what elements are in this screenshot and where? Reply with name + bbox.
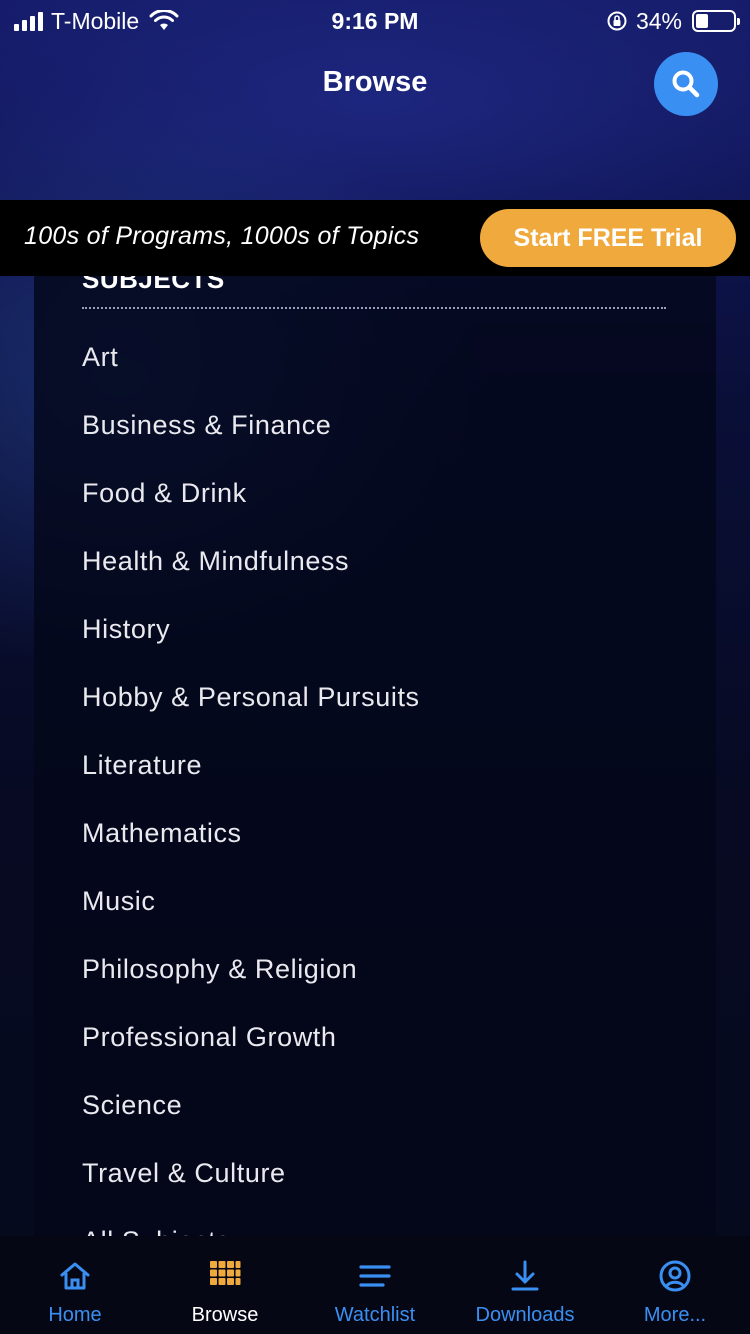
- tab-home[interactable]: Home: [0, 1236, 150, 1334]
- rotation-lock-icon: [607, 11, 627, 31]
- battery-icon: [692, 10, 740, 32]
- tab-browse-label: Browse: [191, 1304, 259, 1326]
- grid-icon: [210, 1261, 241, 1285]
- subject-list: Art Business & Finance Food & Drink Heal…: [82, 340, 420, 1236]
- download-icon: [511, 1260, 539, 1291]
- subject-item-history[interactable]: History: [82, 612, 420, 680]
- subject-item-science[interactable]: Science: [82, 1088, 420, 1156]
- tab-more[interactable]: More...: [600, 1236, 750, 1334]
- subject-item-professional-growth[interactable]: Professional Growth: [82, 1020, 420, 1088]
- start-free-trial-button[interactable]: Start FREE Trial: [480, 209, 736, 267]
- subject-item-mathematics[interactable]: Mathematics: [82, 816, 420, 884]
- subject-item-hobby-personal-pursuits[interactable]: Hobby & Personal Pursuits: [82, 680, 420, 748]
- subject-item-all-subjects[interactable]: All Subjects: [82, 1224, 420, 1236]
- subject-item-literature[interactable]: Literature: [82, 748, 420, 816]
- battery-percent: 34%: [635, 7, 682, 34]
- tab-more-label: More...: [643, 1304, 707, 1326]
- tab-home-label: Home: [48, 1304, 102, 1326]
- search-icon: [672, 70, 700, 98]
- subjects-divider: [82, 307, 666, 309]
- carrier-label: T-Mobile: [51, 7, 140, 34]
- tab-bar: Home Browse Watchlist Downloads More...: [0, 1236, 750, 1334]
- subjects-panel: SUBJECTS Art Business & Finance Food & D…: [34, 276, 716, 1236]
- subject-item-travel-culture[interactable]: Travel & Culture: [82, 1156, 420, 1224]
- tab-downloads[interactable]: Downloads: [450, 1236, 600, 1334]
- subject-item-food-drink[interactable]: Food & Drink: [82, 476, 420, 544]
- tab-watchlist[interactable]: Watchlist: [300, 1236, 450, 1334]
- subjects-heading: SUBJECTS: [82, 276, 225, 294]
- subject-item-art[interactable]: Art: [82, 340, 420, 408]
- home-icon: [60, 1262, 90, 1290]
- subject-item-philosophy-religion[interactable]: Philosophy & Religion: [82, 952, 420, 1020]
- user-circle-icon: [659, 1260, 691, 1292]
- tab-downloads-label: Downloads: [475, 1304, 575, 1326]
- promo-text: 100s of Programs, 1000s of Topics: [24, 222, 420, 250]
- subject-item-music[interactable]: Music: [82, 884, 420, 952]
- list-icon: [359, 1265, 391, 1287]
- search-button[interactable]: [654, 52, 718, 116]
- page-title: Browse: [322, 66, 428, 98]
- signal-icon: [14, 11, 43, 31]
- subject-item-health-mindfulness[interactable]: Health & Mindfulness: [82, 544, 420, 612]
- tab-browse[interactable]: Browse: [150, 1236, 300, 1334]
- subject-item-business-finance[interactable]: Business & Finance: [82, 408, 420, 476]
- wifi-icon: [149, 10, 179, 30]
- tab-watchlist-label: Watchlist: [334, 1304, 416, 1326]
- status-bar: T-Mobile 9:16 PM 34%: [0, 0, 750, 42]
